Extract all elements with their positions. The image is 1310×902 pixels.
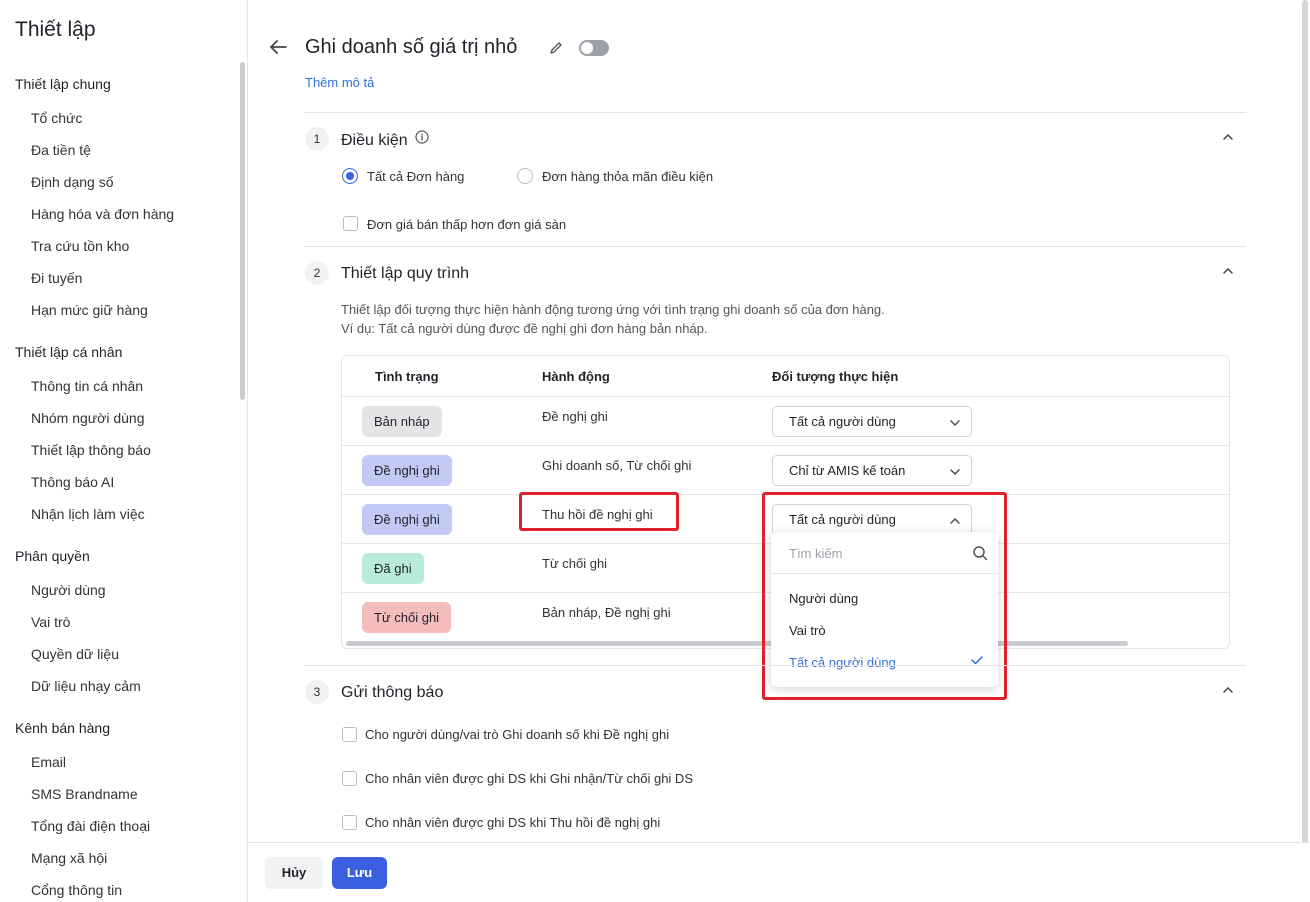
main-content: Ghi doanh số giá trị nhỏ Thêm mô tả 1 Đi… xyxy=(249,0,1310,902)
checkbox-notify-record-label: Cho nhân viên được ghi DS khi Ghi nhận/T… xyxy=(365,771,693,786)
section-notify-title: Gửi thông báo xyxy=(341,684,444,701)
dropdown-search[interactable]: Tìm kiếm xyxy=(771,532,998,574)
column-header-target: Đối tượng thực hiện xyxy=(772,369,899,384)
action-text: Thu hồi đề nghị ghi xyxy=(542,507,653,522)
radio-conditional-orders-label: Đơn hàng thỏa mãn điều kiện xyxy=(542,169,714,184)
status-badge: Bản nháp xyxy=(362,406,442,437)
table-horizontal-scrollbar[interactable] xyxy=(346,641,1128,646)
divider xyxy=(305,112,1246,113)
target-select-open[interactable]: Tất cả người dùng xyxy=(772,504,972,535)
target-select-value: Chỉ từ AMIS kế toán xyxy=(789,463,906,478)
sidebar-item-social-network[interactable]: Mạng xã hội xyxy=(31,850,107,866)
checkbox-below-floor-price-label: Đơn giá bán thấp hơn đơn giá sàn xyxy=(367,217,567,232)
section-number: 2 xyxy=(305,261,329,285)
sidebar-item-sensitive-data[interactable]: Dữ liệu nhạy cảm xyxy=(31,678,141,694)
radio-all-orders-label: Tất cả Đơn hàng xyxy=(367,169,465,184)
back-arrow-icon[interactable] xyxy=(267,36,289,58)
settings-sidebar: Thiết lập Thiết lập chung Tổ chức Đa tiề… xyxy=(0,0,248,902)
divider xyxy=(305,665,1246,666)
radio-conditional-orders[interactable] xyxy=(517,168,533,184)
column-header-status: Tình trạng xyxy=(375,369,439,384)
sidebar-item-personal-info[interactable]: Thông tin cá nhân xyxy=(31,378,143,394)
sidebar-item-users[interactable]: Người dùng xyxy=(31,582,106,598)
cancel-button[interactable]: Hủy xyxy=(265,857,323,889)
sidebar-item-roles[interactable]: Vai trò xyxy=(31,614,70,630)
sidebar-item-data-permissions[interactable]: Quyền dữ liệu xyxy=(31,646,119,662)
action-text: Ghi doanh số, Từ chối ghi xyxy=(542,458,692,473)
collapse-chevron-up-icon[interactable] xyxy=(1221,683,1235,697)
sidebar-item-inventory-lookup[interactable]: Tra cứu tồn kho xyxy=(31,238,129,254)
status-badge: Đề nghị ghi xyxy=(362,455,452,486)
sidebar-item-goods-orders[interactable]: Hàng hóa và đơn hàng xyxy=(31,206,174,222)
table-row: Bản nháp Đề nghị ghi Tất cả người dùng xyxy=(342,396,1229,445)
checkbox-below-floor-price[interactable] xyxy=(343,216,358,231)
status-badge: Đã ghi xyxy=(362,553,424,584)
sidebar-item-sms-brandname[interactable]: SMS Brandname xyxy=(31,786,138,802)
column-header-action: Hành động xyxy=(542,369,610,384)
target-select[interactable]: Tất cả người dùng xyxy=(772,406,972,437)
sidebar-item-routing[interactable]: Đi tuyến xyxy=(31,270,82,286)
save-button[interactable]: Lưu xyxy=(332,857,387,889)
sidebar-item-phone-switchboard[interactable]: Tổng đài điện thoại xyxy=(31,818,150,834)
section-number: 3 xyxy=(305,680,329,704)
sidebar-item-number-format[interactable]: Định dạng số xyxy=(31,174,114,190)
action-text: Đề nghị ghi xyxy=(542,409,608,424)
action-text: Bản nháp, Đề nghị ghi xyxy=(542,605,671,620)
checkbox-notify-propose[interactable] xyxy=(342,727,357,742)
footer-bar: Hủy Lưu xyxy=(249,842,1310,902)
table-row: Đề nghị ghi Ghi doanh số, Từ chối ghi Ch… xyxy=(342,445,1229,494)
section-number: 1 xyxy=(305,127,329,151)
page-title: Ghi doanh số giá trị nhỏ xyxy=(305,36,518,58)
radio-all-orders[interactable] xyxy=(342,168,358,184)
status-badge: Từ chối ghi xyxy=(362,602,452,633)
action-text: Từ chối ghi xyxy=(542,556,608,571)
target-dropdown-menu: Tìm kiếm Người dùng Vai trò Tất cả người… xyxy=(771,532,998,687)
search-icon xyxy=(973,546,988,561)
status-badge: Đề nghị ghi xyxy=(362,504,452,535)
sidebar-item-multi-currency[interactable]: Đa tiền tệ xyxy=(31,142,91,158)
info-icon[interactable] xyxy=(415,130,429,144)
target-select-value: Tất cả người dùng xyxy=(789,414,896,429)
sidebar-scrollbar[interactable] xyxy=(240,62,245,400)
sidebar-item-email[interactable]: Email xyxy=(31,754,66,770)
sidebar-title: Thiết lập xyxy=(15,18,96,41)
sidebar-group-personal: Thiết lập cá nhân xyxy=(15,344,123,360)
checkbox-notify-recall[interactable] xyxy=(342,815,357,830)
sidebar-item-notification-settings[interactable]: Thiết lập thông báo xyxy=(31,442,151,458)
sidebar-item-ai-notifications[interactable]: Thông báo AI xyxy=(31,474,114,490)
section-workflow-title: Thiết lập quy trình xyxy=(341,265,470,282)
sidebar-item-work-schedule[interactable]: Nhận lịch làm việc xyxy=(31,506,145,522)
checkbox-notify-propose-label: Cho người dùng/vai trò Ghi doanh số khi … xyxy=(365,727,670,742)
sidebar-group-permissions: Phân quyền xyxy=(15,548,90,564)
sidebar-item-organization[interactable]: Tổ chức xyxy=(31,110,82,126)
checkbox-notify-recall-label: Cho nhân viên được ghi DS khi Thu hồi đề… xyxy=(365,815,661,830)
dropdown-option-all-users[interactable]: Tất cả người dùng xyxy=(789,655,896,670)
section-conditions-title: Điều kiện xyxy=(341,130,429,150)
target-select-value: Tất cả người dùng xyxy=(789,512,896,527)
divider xyxy=(305,246,1246,247)
dropdown-search-input[interactable]: Tìm kiếm xyxy=(789,546,842,561)
chevron-down-icon xyxy=(950,469,960,475)
dropdown-option-roles[interactable]: Vai trò xyxy=(789,623,826,638)
dropdown-option-users[interactable]: Người dùng xyxy=(789,591,858,606)
target-select[interactable]: Chỉ từ AMIS kế toán xyxy=(772,455,972,486)
active-toggle[interactable] xyxy=(579,40,609,56)
collapse-chevron-up-icon[interactable] xyxy=(1221,264,1235,278)
chevron-up-icon xyxy=(950,518,960,524)
sidebar-item-portal[interactable]: Cổng thông tin xyxy=(31,882,122,898)
workflow-description: Thiết lập đối tượng thực hiện hành động … xyxy=(341,302,885,317)
workflow-example: Ví dụ: Tất cả người dùng được đề nghị gh… xyxy=(341,321,708,336)
checkbox-notify-record[interactable] xyxy=(342,771,357,786)
main-vertical-scrollbar[interactable] xyxy=(1302,0,1308,865)
collapse-chevron-up-icon[interactable] xyxy=(1221,130,1235,144)
sidebar-item-user-groups[interactable]: Nhóm người dùng xyxy=(31,410,145,426)
sidebar-item-hold-limit[interactable]: Hạn mức giữ hàng xyxy=(31,302,148,318)
add-description-link[interactable]: Thêm mô tả xyxy=(305,75,374,90)
chevron-down-icon xyxy=(950,420,960,426)
sidebar-group-general: Thiết lập chung xyxy=(15,76,111,92)
sidebar-group-sales-channels: Kênh bán hàng xyxy=(15,720,110,736)
pencil-icon[interactable] xyxy=(548,40,564,56)
